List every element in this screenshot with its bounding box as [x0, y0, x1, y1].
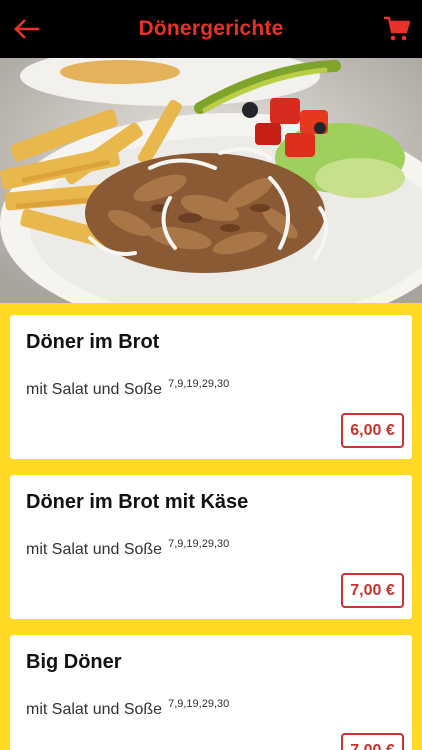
price-button[interactable]: 7,00 €: [341, 733, 404, 750]
menu-item-description: mit Salat und Soße 7,9,19,29,30: [26, 378, 229, 399]
allergen-codes: 7,9,19,29,30: [168, 538, 230, 550]
menu-item-description-text: mit Salat und Soße: [26, 381, 163, 398]
shopping-cart-icon: [384, 16, 411, 41]
doner-plate-image: [0, 58, 422, 303]
menu-item-description: mit Salat und Soße 7,9,19,29,30: [26, 698, 229, 719]
back-arrow-icon: [14, 19, 40, 39]
allergen-codes: 7,9,19,29,30: [168, 378, 230, 390]
allergen-codes: 7,9,19,29,30: [168, 698, 230, 710]
menu-item-card[interactable]: Döner im Brot mit Käse mit Salat und Soß…: [10, 475, 412, 619]
menu-item-card[interactable]: Big Döner mit Salat und Soße 7,9,19,29,30…: [10, 635, 412, 750]
menu-item-name: Big Döner: [26, 651, 122, 673]
page-title: Dönergerichte: [138, 17, 284, 40]
menu-item-card[interactable]: Döner im Brot mit Salat und Soße 7,9,19,2…: [10, 315, 412, 459]
price-button[interactable]: 7,00 €: [341, 573, 404, 608]
cart-button[interactable]: [382, 14, 412, 44]
menu-list: Döner im Brot mit Salat und Soße 7,9,19,2…: [0, 303, 422, 750]
back-button[interactable]: [12, 14, 42, 44]
menu-item-name: Döner im Brot mit Käse: [26, 491, 249, 513]
price-button[interactable]: 6,00 €: [341, 413, 404, 448]
menu-item-name: Döner im Brot: [26, 331, 160, 353]
menu-item-description-text: mit Salat und Soße: [26, 541, 163, 558]
hero-image: [0, 58, 422, 303]
top-bar: Dönergerichte: [0, 0, 422, 58]
menu-item-description: mit Salat und Soße 7,9,19,29,30: [26, 538, 229, 559]
menu-item-description-text: mit Salat und Soße: [26, 701, 163, 718]
